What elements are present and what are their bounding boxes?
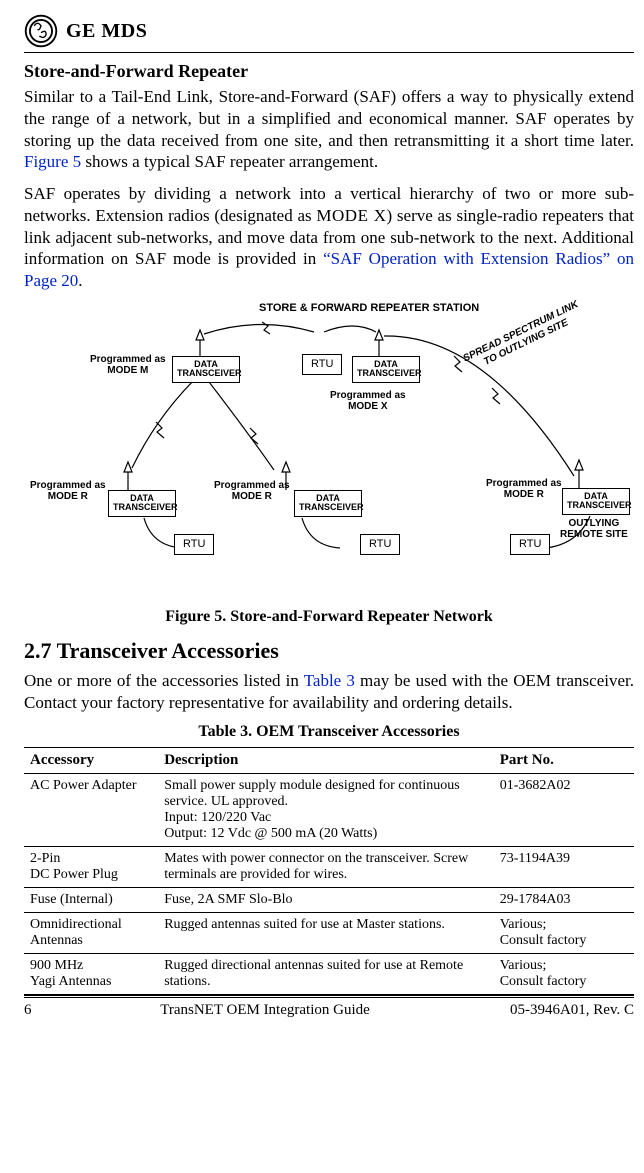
prog-as-r3: Programmed as	[486, 478, 562, 489]
footer-docrev: 05-3946A01, Rev. C	[484, 1002, 634, 1019]
p3-text-a: One or more of the accessories listed in	[24, 671, 304, 690]
p1-text-b: shows a typical SAF repeater arrangement…	[81, 152, 378, 171]
mode-x-text: MODE X	[348, 401, 387, 412]
label-mode-x: Programmed as MODE X	[330, 390, 406, 413]
figure-5-diagram: STORE & FORWARD REPEATER STATION	[24, 302, 634, 602]
footer-title: TransNET OEM Integration Guide	[160, 1002, 370, 1019]
footer-page-number: 6	[24, 1002, 46, 1019]
p1-text-a: Similar to a Tail-End Link, Store-and-Fo…	[24, 87, 634, 150]
heading-2-7: 2.7 Transceiver Accessories	[24, 638, 634, 664]
table-row: AC Power Adapter Small power supply modu…	[24, 774, 634, 847]
figure-5-caption: Figure 5. Store-and-Forward Repeater Net…	[24, 608, 634, 626]
box-dt-remote-2: DATATRANSCEIVER	[294, 490, 362, 517]
table-row: 2-PinDC Power Plug Mates with power conn…	[24, 847, 634, 888]
cell-partno: Various;Consult factory	[494, 954, 634, 995]
figure5-ref-link[interactable]: Figure 5	[24, 152, 81, 171]
cell-accessory: AC Power Adapter	[24, 774, 158, 847]
cell-partno: 29-1784A03	[494, 888, 634, 913]
label-mode-r-3: Programmed as MODE R	[486, 478, 562, 501]
table-3-caption: Table 3. OEM Transceiver Accessories	[24, 723, 634, 741]
prog-as-m: Programmed as	[90, 354, 166, 365]
brand-text: GE MDS	[66, 20, 147, 43]
prog-as-r1: Programmed as	[30, 480, 106, 491]
mode-r3-text: MODE R	[504, 489, 544, 500]
cell-accessory: 900 MHzYagi Antennas	[24, 954, 158, 995]
box-dt-remote-1: DATATRANSCEIVER	[108, 490, 176, 517]
cell-description: Small power supply module designed for c…	[158, 774, 494, 847]
label-mode-r-2: Programmed as MODE R	[214, 480, 290, 503]
page-footer: 6 TransNET OEM Integration Guide 05-3946…	[24, 997, 634, 1019]
label-mode-m: Programmed as MODE M	[90, 354, 166, 377]
label-mode-r-1: Programmed as MODE R	[30, 480, 106, 503]
accessories-table: Accessory Description Part No. AC Power …	[24, 747, 634, 995]
table-row: Omnidirectional Antennas Rugged antennas…	[24, 913, 634, 954]
th-accessory: Accessory	[24, 748, 158, 774]
prog-as-r2: Programmed as	[214, 480, 290, 491]
mode-m-text: MODE M	[107, 365, 148, 376]
th-description: Description	[158, 748, 494, 774]
box-rtu-2: RTU	[360, 534, 400, 556]
mode-x-smallcaps: MODE X	[316, 206, 386, 225]
brand-header: GE MDS	[24, 14, 634, 53]
box-rtu-1: RTU	[174, 534, 214, 556]
diagram-lines	[24, 302, 634, 602]
ge-logo-icon	[24, 14, 58, 48]
cell-accessory: Omnidirectional Antennas	[24, 913, 158, 954]
cell-partno: 73-1194A39	[494, 847, 634, 888]
prog-as-x: Programmed as	[330, 390, 406, 401]
cell-accessory: 2-PinDC Power Plug	[24, 847, 158, 888]
box-dt-top-left: DATATRANSCEIVER	[172, 356, 240, 383]
table-head-row: Accessory Description Part No.	[24, 748, 634, 774]
box-rtu-top: RTU	[302, 354, 342, 376]
cell-description: Rugged antennas suited for use at Master…	[158, 913, 494, 954]
box-dt-outlying: DATATRANSCEIVER	[562, 488, 630, 515]
box-dt-top-right: DATATRANSCEIVER	[352, 356, 420, 383]
label-outlying-site: OUTLYINGREMOTE SITE	[560, 518, 628, 541]
cell-description: Fuse, 2A SMF Slo-Blo	[158, 888, 494, 913]
paragraph-1: Similar to a Tail-End Link, Store-and-Fo…	[24, 86, 634, 173]
cell-accessory: Fuse (Internal)	[24, 888, 158, 913]
mode-r2-text: MODE R	[232, 491, 272, 502]
table-row: 900 MHzYagi Antennas Rugged directional …	[24, 954, 634, 995]
paragraph-2: SAF operates by dividing a network into …	[24, 183, 634, 292]
th-partno: Part No.	[494, 748, 634, 774]
box-rtu-3: RTU	[510, 534, 550, 556]
table-row: Fuse (Internal) Fuse, 2A SMF Slo-Blo 29-…	[24, 888, 634, 913]
cell-description: Rugged directional antennas suited for u…	[158, 954, 494, 995]
paragraph-3: One or more of the accessories listed in…	[24, 670, 634, 714]
table3-ref-link[interactable]: Table 3	[304, 671, 355, 690]
cell-description: Mates with power connector on the transc…	[158, 847, 494, 888]
heading-saf: Store-and-Forward Repeater	[24, 61, 634, 82]
mode-r1-text: MODE R	[48, 491, 88, 502]
cell-partno: Various;Consult factory	[494, 913, 634, 954]
cell-partno: 01-3682A02	[494, 774, 634, 847]
p2-text-c: .	[78, 271, 82, 290]
